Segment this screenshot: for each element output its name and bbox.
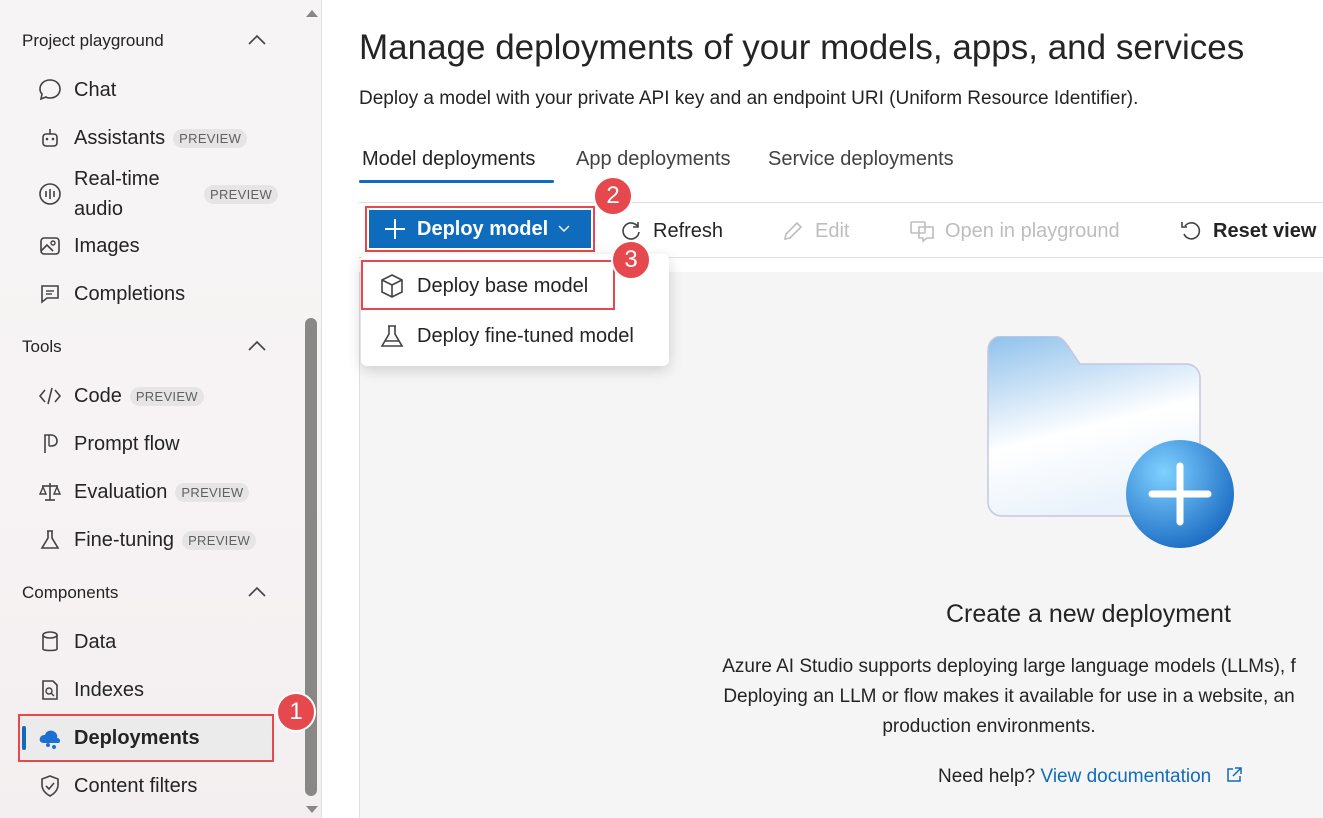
active-tab-underline (359, 180, 554, 183)
preview-badge: PREVIEW (204, 184, 279, 204)
plus-icon (383, 217, 407, 241)
preview-badge: PREVIEW (175, 482, 250, 502)
audio-wave-icon (36, 180, 64, 208)
tab-service-deployments[interactable]: Service deployments (768, 148, 954, 171)
sidebar-item-data[interactable]: Data (36, 622, 116, 662)
deploy-fine-tuned-model-item[interactable]: Deploy fine-tuned model (361, 312, 669, 360)
sidebar-item-completions[interactable]: Completions (36, 274, 185, 314)
help-text: Need help? View documentation (938, 766, 1243, 788)
image-icon (36, 232, 64, 260)
deploy-model-button[interactable]: Deploy model (365, 206, 595, 252)
sidebar-item-assistants[interactable]: Assistants PREVIEW (36, 118, 248, 158)
scales-icon (36, 478, 64, 506)
code-icon (36, 382, 64, 410)
section-project-playground[interactable]: Project playground (22, 31, 164, 51)
sidebar: Project playground Chat Assistants PREVI… (0, 0, 322, 818)
tab-app-deployments[interactable]: App deployments (576, 148, 731, 171)
index-icon (36, 676, 64, 704)
empty-state-description: Azure AI Studio supports deploying large… (722, 656, 1296, 737)
section-tools[interactable]: Tools (22, 337, 62, 357)
scroll-up-arrow-icon[interactable] (306, 10, 318, 17)
folder-plus-illustration-icon (987, 336, 1234, 548)
sidebar-item-images[interactable]: Images (36, 226, 140, 266)
chat-icon (36, 76, 64, 104)
flask-icon (379, 323, 405, 349)
chevron-down-icon (558, 225, 570, 233)
step-3-callout: 3 (611, 240, 651, 280)
sidebar-item-evaluation[interactable]: Evaluation PREVIEW (36, 472, 250, 512)
main-content: Manage deployments of your models, apps,… (323, 0, 1323, 818)
empty-state-title: Create a new deployment (946, 600, 1231, 628)
step-1-callout: 1 (276, 692, 316, 732)
chevron-up-icon[interactable] (247, 339, 267, 353)
step-2-callout: 2 (593, 176, 633, 216)
tab-model-deployments[interactable]: Model deployments (362, 148, 535, 171)
page-title: Manage deployments of your models, apps,… (359, 28, 1245, 67)
reset-view-button[interactable]: Reset view (1179, 212, 1316, 250)
edit-button[interactable]: Edit (781, 212, 849, 250)
sidebar-item-chat[interactable]: Chat (36, 70, 116, 110)
sidebar-item-deployments[interactable]: Deployments (36, 718, 200, 758)
page-subtitle: Deploy a model with your private API key… (359, 88, 1139, 109)
sidebar-item-content-filters[interactable]: Content filters (36, 766, 197, 806)
database-icon (36, 628, 64, 656)
external-link-icon (1225, 766, 1243, 784)
preview-badge: PREVIEW (182, 530, 257, 550)
cloud-deploy-icon (36, 724, 64, 752)
open-in-playground-button[interactable]: Open in playground (909, 212, 1120, 250)
shield-icon (36, 772, 64, 800)
sidebar-item-code[interactable]: Code PREVIEW (36, 376, 204, 416)
deploy-base-model-highlight (361, 260, 615, 310)
view-documentation-link[interactable]: View documentation (1040, 766, 1242, 787)
sidebar-item-prompt-flow[interactable]: Prompt flow (36, 424, 180, 464)
sidebar-item-realtime-audio[interactable]: Real-time audio PREVIEW (36, 166, 279, 222)
active-indicator (22, 726, 26, 750)
pencil-icon (781, 219, 805, 243)
preview-badge: PREVIEW (173, 128, 248, 148)
chevron-up-icon[interactable] (247, 33, 267, 47)
flask-icon (36, 526, 64, 554)
scroll-down-arrow-icon[interactable] (306, 806, 318, 813)
chevron-up-icon[interactable] (247, 585, 267, 599)
sidebar-item-fine-tuning[interactable]: Fine-tuning PREVIEW (36, 520, 257, 560)
preview-badge: PREVIEW (129, 386, 204, 406)
section-components[interactable]: Components (22, 583, 118, 603)
bot-icon (36, 124, 64, 152)
reset-icon (1179, 219, 1203, 243)
completions-icon (36, 280, 64, 308)
playground-icon (909, 219, 935, 243)
sidebar-item-indexes[interactable]: Indexes (36, 670, 144, 710)
prompt-flow-icon (36, 430, 64, 458)
